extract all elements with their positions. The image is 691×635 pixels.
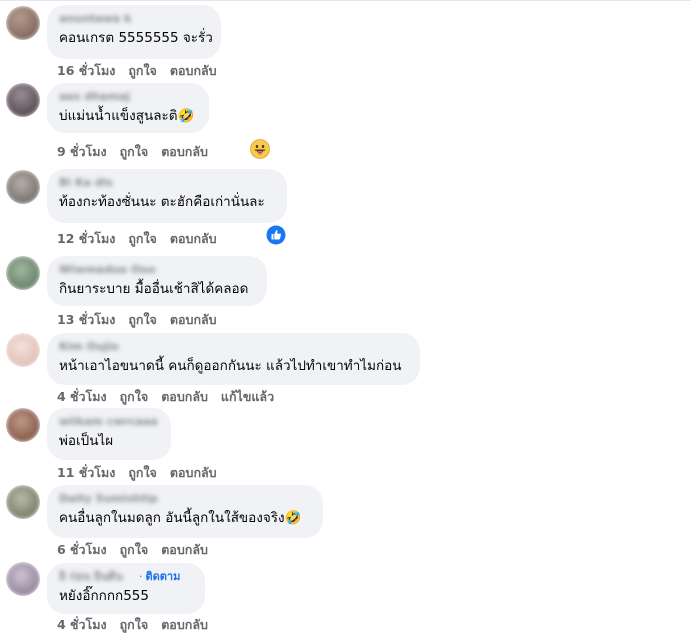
avatar-image [6,485,40,519]
comment-text: คนอื่นลูกในมดลูก อันนี้ลูกในใส้ของจริง🤣 [59,510,302,526]
avatar[interactable] [6,485,40,519]
comment-actions: 11 ชั่วโมง ถูกใจ ตอบกลับ [57,463,230,483]
follow-button[interactable]: ติดตาม [146,570,181,583]
comment-text: บ่แม่นน้ำแข็งสูนละติ🤣 [59,108,195,124]
comment-time[interactable]: 4 ชั่วโมง [57,387,107,407]
comment-time[interactable]: 16 ชั่วโมง [57,61,115,81]
avatar[interactable] [6,408,40,442]
comment-bubble: anuntawa k คอนเกรต 5555555 จะรั่ว [47,5,221,59]
comment-text: หยังอิ๊กกกก555 [59,588,149,604]
comment-bubble: wiikam cwrcaaa พ่อเป็นไผ [47,408,171,460]
reply-button[interactable]: ตอบกลับ [170,463,217,483]
avatar-image [6,6,40,40]
comment-actions: 6 ชั่วโมง ถูกใจ ตอบกลับ [57,540,221,560]
like-button[interactable]: ถูกใจ [120,142,149,162]
like-button[interactable]: ถูกใจ [128,229,157,249]
comment-bubble: Wiwmaduo Ooo กินยาระบาย มื้ออื่นเช้าสิได… [47,256,267,306]
avatar[interactable] [6,6,40,40]
comment-text: พ่อเป็นไผ [59,433,114,449]
comment-author[interactable]: Daity Sumishtip [59,492,311,505]
like-reaction-icon[interactable] [266,225,286,245]
reply-button[interactable]: ตอบกลับ [161,615,208,635]
like-button[interactable]: ถูกใจ [128,463,157,483]
top-divider [0,0,691,1]
separator-dot: · [139,570,143,583]
like-button[interactable]: ถูกใจ [120,540,149,560]
avatar[interactable] [6,333,40,367]
avatar-image [6,256,40,290]
avatar[interactable] [6,170,40,204]
comment-bubble: Bi Ka dis ท้องกะท้องซั่นนะ ตะฮักคือเก่าน… [47,169,287,223]
comment-time[interactable]: 13 ชั่วโมง [57,310,115,330]
comment-time[interactable]: 11 ชั่วโมง [57,463,115,483]
reply-button[interactable]: ตอบกลับ [161,387,208,407]
comment-bubble: Daity Sumishtip คนอื่นลูกในมดลูก อันนี้ล… [47,485,323,538]
reply-button[interactable]: ตอบกลับ [161,540,208,560]
comment-author[interactable]: Bi Ka dis [59,176,275,189]
avatar[interactable] [6,562,40,596]
reply-button[interactable]: ตอบกลับ [161,142,208,162]
comment-author[interactable]: อิ ก่อน อินดิน [59,570,135,583]
comment-actions: 4 ชั่วโมง ถูกใจ ตอบกลับ [57,615,221,635]
reply-button[interactable]: ตอบกลับ [170,61,217,81]
comment-bubble: aas dhamaj บ่แม่นน้ำแข็งสูนละติ🤣 [47,83,209,133]
comment-author[interactable]: Wiwmaduo Ooo [59,263,255,276]
like-button[interactable]: ถูกใจ [120,615,149,635]
comment-text: กินยาระบาย มื้ออื่นเช้าสิได้คลอด [59,281,249,297]
comment-author[interactable]: anuntawa k [59,12,209,25]
comment-text: คอนเกรต 5555555 จะรั่ว [59,30,213,46]
comment-time[interactable]: 6 ชั่วโมง [57,540,107,560]
reply-button[interactable]: ตอบกลับ [170,310,217,330]
avatar[interactable] [6,256,40,290]
comment-text: ท้องกะท้องซั่นนะ ตะฮักคือเก่านั่นละ [59,194,265,210]
comment-actions: 12 ชั่วโมง ถูกใจ ตอบกลับ [57,229,230,249]
author-row: อิ ก่อน อินดิน · ติดตาม [59,570,193,583]
comment-author[interactable]: Kim Oujio [59,340,408,353]
comment-time[interactable]: 12 ชั่วโมง [57,229,115,249]
reply-button[interactable]: ตอบกลับ [170,229,217,249]
comment-actions: 9 ชั่วโมง ถูกใจ ตอบกลับ [57,142,221,162]
edited-label[interactable]: แก้ไขแล้ว [221,387,274,407]
like-button[interactable]: ถูกใจ [128,310,157,330]
comment-bubble: Kim Oujio หน้าเอาไอขนาดนี้ คนก็ดูออกกันน… [47,333,420,385]
avatar-image [6,170,40,204]
avatar-image [6,408,40,442]
avatar-image [6,562,40,596]
grin-emoji-icon[interactable] [250,139,270,159]
like-button[interactable]: ถูกใจ [128,61,157,81]
comment-bubble: อิ ก่อน อินดิน · ติดตาม หยังอิ๊กกกก555 [47,563,205,614]
avatar-image [6,333,40,367]
comment-actions: 16 ชั่วโมง ถูกใจ ตอบกลับ [57,61,230,81]
comment-time[interactable]: 9 ชั่วโมง [57,142,107,162]
like-button[interactable]: ถูกใจ [120,387,149,407]
comment-time[interactable]: 4 ชั่วโมง [57,615,107,635]
comment-actions: 13 ชั่วโมง ถูกใจ ตอบกลับ [57,310,230,330]
comment-actions: 4 ชั่วโมง ถูกใจ ตอบกลับ แก้ไขแล้ว [57,387,287,407]
comment-text: หน้าเอาไอขนาดนี้ คนก็ดูออกกันนะ แล้วไปทำ… [59,358,402,374]
avatar[interactable] [6,83,40,117]
comment-author[interactable]: wiikam cwrcaaa [59,415,159,428]
comment-author[interactable]: aas dhamaj [59,90,197,103]
avatar-image [6,83,40,117]
